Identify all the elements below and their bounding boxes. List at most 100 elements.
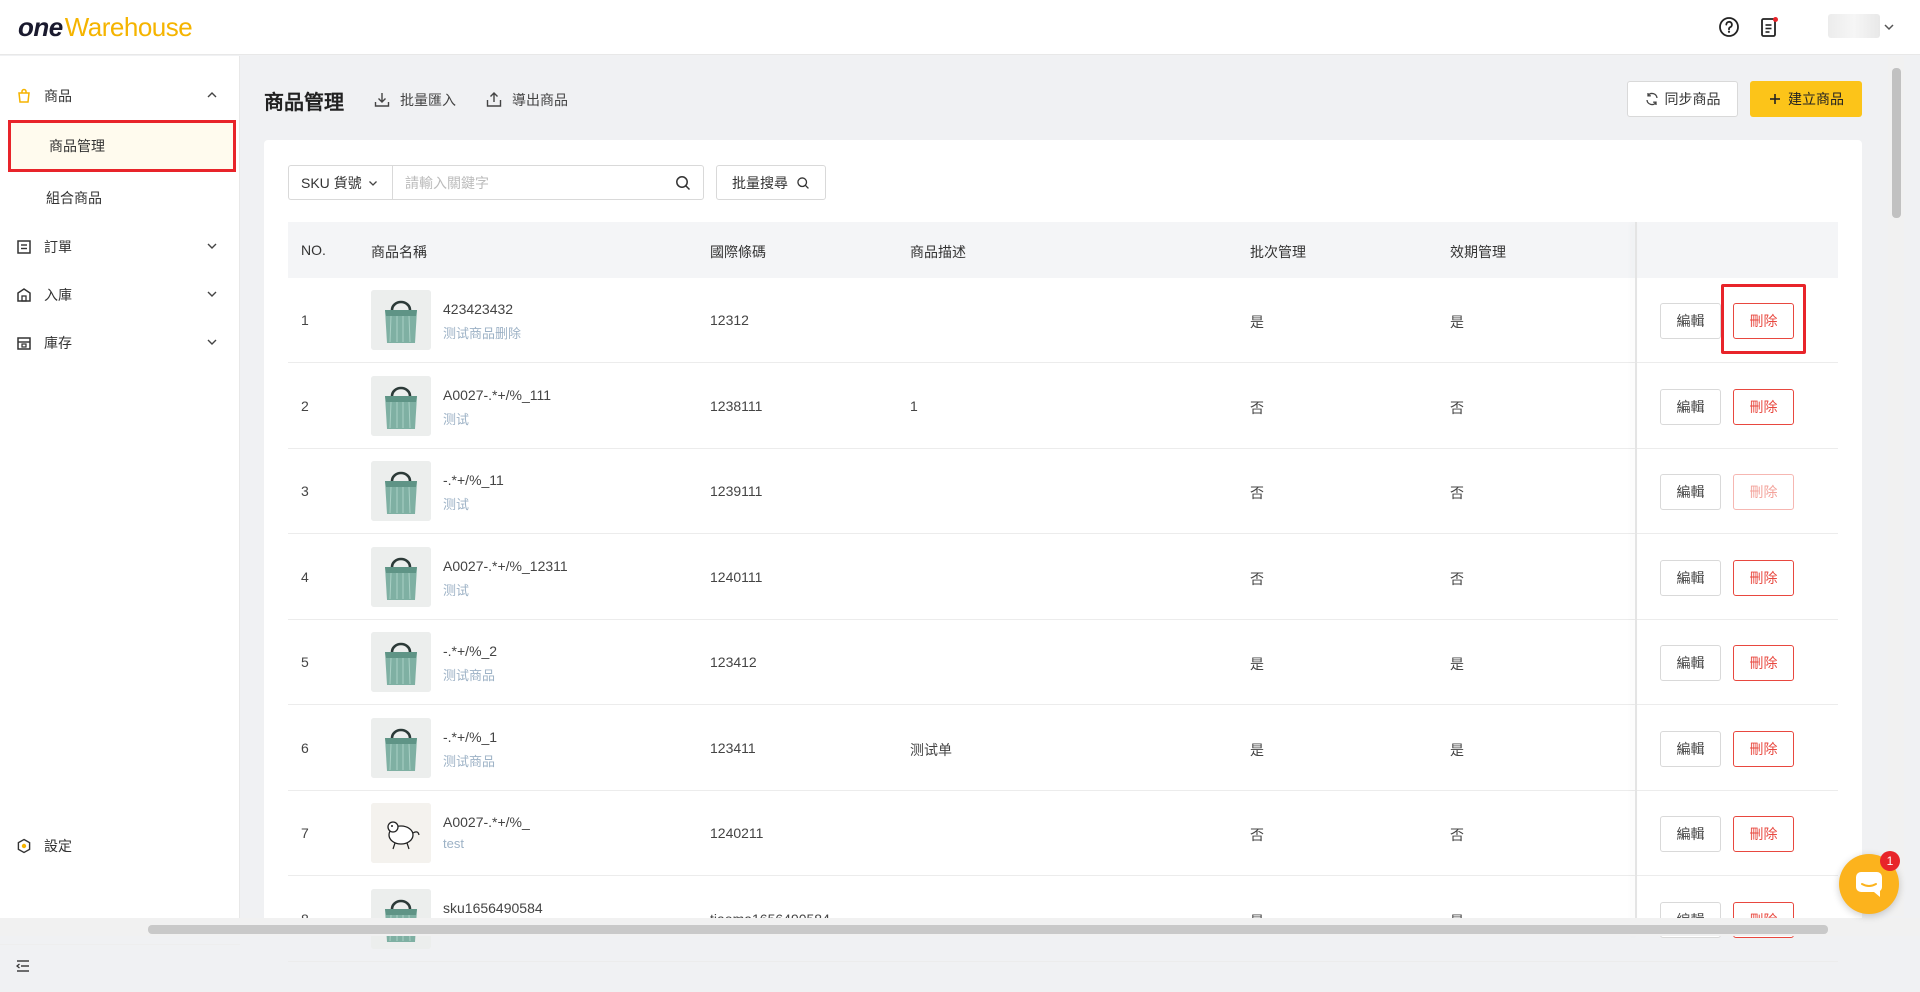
horizontal-scrollbar[interactable] (0, 918, 1920, 936)
product-subtitle: 测试 (443, 582, 470, 598)
vertical-scroll-thumb[interactable] (1892, 68, 1901, 218)
product-barcode: 1239111 (710, 483, 763, 499)
product-barcode: 123411 (710, 739, 756, 756)
delete-button[interactable]: 刪除 (1733, 474, 1794, 510)
delete-button[interactable]: 刪除 (1733, 645, 1794, 681)
settings-hexagon-icon (17, 838, 31, 854)
sidebar-group-label: 入庫 (44, 287, 72, 303)
user-avatar[interactable] (1828, 14, 1880, 38)
horizontal-scroll-thumb[interactable] (148, 925, 1828, 934)
sidebar-group-products[interactable]: 商品 (0, 76, 240, 116)
product-description: 测试单 (910, 741, 952, 758)
sidebar-item-bundle-products[interactable]: 組合商品 (8, 172, 236, 224)
table-row: 4 A0027-.*+/%_12311 测试 1240111 否 否 編輯 刪除 (288, 535, 1838, 620)
edit-button[interactable]: 編輯 (1660, 645, 1721, 681)
product-thumbnail[interactable] (371, 461, 431, 521)
bulk-search-label: 批量搜尋 (732, 174, 788, 191)
settings-label: 設定 (44, 838, 72, 854)
product-thumbnail[interactable] (371, 632, 431, 692)
product-thumbnail[interactable] (371, 717, 431, 778)
user-menu-chevron-icon[interactable] (1882, 14, 1896, 40)
bulk-search-button[interactable]: 批量搜尋 (716, 165, 826, 200)
sync-icon (1645, 92, 1658, 106)
order-icon (17, 240, 31, 254)
delete-button[interactable]: 刪除 (1733, 303, 1794, 339)
expiry-management-value: 否 (1450, 827, 1464, 843)
product-thumbnail[interactable] (371, 803, 431, 863)
row-number: 4 (301, 568, 309, 585)
app-logo[interactable]: one Warehouse (18, 12, 193, 42)
collapse-sidebar-icon[interactable] (16, 959, 30, 973)
delete-button[interactable]: 刪除 (1733, 388, 1794, 425)
sidebar-group-label: 訂單 (44, 239, 72, 255)
search-input[interactable] (392, 165, 704, 200)
edit-button[interactable]: 編輯 (1660, 303, 1721, 339)
product-barcode: 123412 (710, 654, 757, 670)
sidebar-settings[interactable]: 設定 (0, 826, 240, 866)
create-product-label: 建立商品 (1788, 91, 1844, 107)
sidebar-group-orders[interactable]: 訂單 (0, 227, 240, 267)
edit-button[interactable]: 編輯 (1660, 730, 1721, 767)
export-products-label: 導出商品 (512, 92, 568, 108)
edit-button[interactable]: 編輯 (1660, 559, 1721, 596)
edit-button[interactable]: 編輯 (1660, 816, 1721, 852)
expiry-management-value: 是 (1450, 741, 1464, 758)
product-barcode: 1240111 (710, 568, 763, 585)
search-field-select[interactable]: SKU 貨號 (288, 165, 393, 200)
row-number: 1 (301, 312, 309, 328)
product-name: A0027-.*+/%_ (443, 814, 530, 830)
sidebar-group-label: 庫存 (44, 335, 72, 351)
page-header: 商品管理 批量匯入 導出商品 (264, 84, 568, 116)
product-thumbnail[interactable] (371, 546, 431, 607)
chevron-down-icon (207, 243, 217, 249)
edit-button[interactable]: 編輯 (1660, 388, 1721, 425)
sidebar-footer (0, 944, 240, 992)
plus-icon (1770, 94, 1780, 104)
sync-products-button[interactable]: 同步商品 (1627, 81, 1738, 117)
sidebar-group-label: 商品 (44, 88, 72, 104)
product-subtitle: 测试商品删除 (443, 326, 522, 341)
task-list-icon[interactable] (1756, 14, 1782, 40)
chat-bubble-icon (1856, 872, 1882, 897)
create-product-button[interactable]: 建立商品 (1750, 81, 1862, 117)
table-header: NO. 商品名稱 國際條碼 商品描述 批次管理 效期管理 (288, 222, 1838, 278)
chevron-down-icon (207, 291, 217, 297)
sidebar-item-product-management[interactable]: 商品管理 (8, 120, 236, 172)
chevron-up-icon (207, 92, 217, 98)
product-thumbnail[interactable] (371, 375, 431, 436)
sync-products-label: 同步商品 (1664, 91, 1721, 107)
table-row: 3 -.*+/%_11 测试 1239111 否 否 編輯 刪除 (288, 449, 1838, 534)
export-products-button[interactable]: 導出商品 (486, 90, 568, 110)
row-number: 5 (301, 654, 309, 670)
logo-one: one (18, 12, 63, 42)
batch-management-value: 否 (1250, 827, 1264, 843)
edit-button[interactable]: 編輯 (1660, 474, 1721, 510)
delete-button[interactable]: 刪除 (1733, 559, 1794, 596)
bulk-import-label: 批量匯入 (400, 92, 456, 108)
delete-button[interactable]: 刪除 (1733, 816, 1794, 852)
sidebar: 商品 商品管理 組合商品 訂單 入庫 庫存 設定 (0, 56, 240, 972)
batch-management-value: 是 (1250, 314, 1264, 330)
batch-management-value: 否 (1250, 485, 1264, 501)
batch-management-value: 否 (1250, 570, 1264, 587)
sidebar-group-inbound[interactable]: 入庫 (0, 275, 240, 315)
help-icon[interactable] (1716, 14, 1742, 40)
vertical-scrollbar[interactable] (1888, 56, 1904, 916)
chevron-down-icon (207, 339, 217, 345)
bulk-import-button[interactable]: 批量匯入 (374, 90, 456, 110)
batch-management-value: 否 (1250, 399, 1264, 416)
product-name: 423423432 (443, 301, 514, 317)
product-thumbnail[interactable] (371, 290, 431, 350)
product-subtitle: 测试商品 (443, 753, 496, 769)
product-subtitle: 测试商品 (443, 668, 496, 683)
delete-button[interactable]: 刪除 (1733, 730, 1794, 767)
import-icon (374, 93, 390, 107)
sidebar-group-inventory[interactable]: 庫存 (0, 323, 240, 363)
chat-unread-badge: 1 (1880, 851, 1900, 871)
top-bar: one Warehouse (0, 0, 1920, 55)
batch-management-value: 是 (1250, 656, 1264, 672)
search-icon[interactable] (674, 174, 692, 192)
column-header-no: NO. (301, 242, 326, 258)
column-header-expiry: 效期管理 (1450, 244, 1506, 260)
table-row: 2 A0027-.*+/%_111 测试 1238111 1 否 否 編輯 刪除 (288, 364, 1838, 449)
